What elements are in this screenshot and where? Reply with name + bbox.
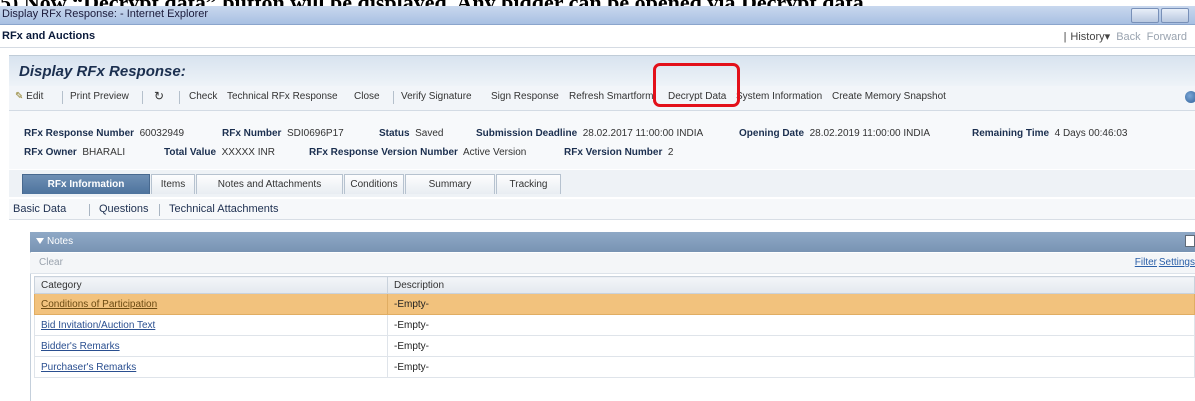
edit-button[interactable]: ✎ Edit bbox=[15, 91, 43, 102]
table-header-row: Category Description bbox=[34, 276, 1195, 294]
toolbar: ✎ Edit Print Preview ↻ Check Technical R… bbox=[9, 86, 1195, 111]
total-value-field: Total Value XXXXX INR bbox=[164, 147, 275, 158]
column-header-category[interactable]: Category bbox=[34, 276, 388, 294]
submission-deadline-field: Submission Deadline 28.02.2017 11:00:00 … bbox=[476, 128, 704, 139]
check-button[interactable]: Check bbox=[189, 91, 217, 102]
table-row[interactable]: Bid Invitation/Auction Text -Empty- bbox=[34, 314, 1195, 336]
category-cell: Purchaser's Remarks bbox=[34, 356, 388, 378]
page-header: Display RFx Response: bbox=[9, 55, 1195, 86]
sign-response-button[interactable]: Sign Response bbox=[491, 91, 559, 102]
clear-button[interactable]: Clear bbox=[39, 257, 63, 268]
column-header-description[interactable]: Description bbox=[387, 276, 1195, 294]
settings-link[interactable]: Settings bbox=[1159, 257, 1195, 268]
tab-summary[interactable]: Summary bbox=[405, 174, 495, 194]
filter-link[interactable]: Filter bbox=[1135, 257, 1157, 268]
highlight-annotation bbox=[653, 63, 740, 107]
minimize-button[interactable] bbox=[1131, 8, 1159, 23]
notes-panel-header[interactable]: Notes bbox=[30, 232, 1195, 252]
verify-signature-button[interactable]: Verify Signature bbox=[401, 91, 472, 102]
toolbar-separator bbox=[393, 91, 394, 104]
create-memory-snapshot-button[interactable]: Create Memory Snapshot bbox=[832, 91, 946, 102]
maximize-button[interactable] bbox=[1161, 8, 1189, 23]
category-link[interactable]: Bidder's Remarks bbox=[41, 341, 120, 352]
back-link[interactable]: Back bbox=[1116, 31, 1140, 43]
page-title: Display RFx Response: bbox=[19, 63, 186, 80]
portal-navigation: | History▾ Back Forward bbox=[1063, 31, 1187, 43]
toolbar-separator bbox=[142, 91, 143, 104]
refresh-smartform-button[interactable]: Refresh Smartform bbox=[569, 91, 653, 102]
history-dropdown-icon[interactable]: ▾ bbox=[1105, 31, 1111, 43]
table-row[interactable]: Bidder's Remarks -Empty- bbox=[34, 335, 1195, 357]
system-information-button[interactable]: System Information bbox=[736, 91, 822, 102]
refresh-icon[interactable]: ↻ bbox=[154, 89, 164, 103]
response-number-field: RFx Response Number 60032949 bbox=[24, 128, 185, 139]
subtab-technical-attachments[interactable]: Technical Attachments bbox=[169, 203, 278, 215]
description-cell: -Empty- bbox=[387, 356, 1195, 378]
tab-tracking[interactable]: Tracking bbox=[496, 174, 561, 194]
category-link[interactable]: Conditions of Participation bbox=[41, 299, 157, 310]
status-field: Status Saved bbox=[379, 128, 444, 139]
notes-table: Category Description Conditions of Parti… bbox=[34, 276, 1195, 378]
tab-items[interactable]: Items bbox=[151, 174, 195, 194]
forward-link[interactable]: Forward bbox=[1147, 31, 1187, 43]
tab-notes-attachments[interactable]: Notes and Attachments bbox=[196, 174, 343, 194]
panel-maximize-icon[interactable] bbox=[1185, 235, 1195, 247]
subtab-basic-data[interactable]: Basic Data bbox=[13, 203, 66, 215]
table-row[interactable]: Purchaser's Remarks -Empty- bbox=[34, 356, 1195, 378]
subtab-separator bbox=[159, 204, 160, 216]
print-preview-button[interactable]: Print Preview bbox=[70, 91, 129, 102]
browser-title-bar: Display RFx Response: - Internet Explore… bbox=[0, 6, 1195, 25]
portal-bar: RFx and Auctions | History▾ Back Forward bbox=[0, 25, 1195, 48]
collapse-triangle-icon[interactable] bbox=[36, 238, 44, 245]
subtab-strip: Basic Data Questions Technical Attachmen… bbox=[9, 199, 1195, 220]
close-button[interactable]: Close bbox=[354, 91, 380, 102]
rfx-version-field: RFx Version Number 2 bbox=[564, 147, 674, 158]
description-cell: -Empty- bbox=[387, 335, 1195, 357]
history-link[interactable]: History bbox=[1070, 31, 1104, 43]
subtab-separator bbox=[89, 204, 90, 216]
remaining-time-field: Remaining Time 4 Days 00:46:03 bbox=[972, 128, 1128, 139]
response-version-field: RFx Response Version Number Active Versi… bbox=[309, 147, 527, 158]
tab-strip: RFx Information Items Notes and Attachme… bbox=[9, 170, 1195, 197]
portal-title: RFx and Auctions bbox=[2, 30, 96, 42]
category-link[interactable]: Bid Invitation/Auction Text bbox=[41, 320, 155, 331]
category-cell: Bid Invitation/Auction Text bbox=[34, 314, 388, 336]
header-info: RFx Response Number 60032949 RFx Number … bbox=[9, 111, 1195, 169]
window-title: Display RFx Response: - Internet Explore… bbox=[2, 8, 209, 20]
subtab-questions[interactable]: Questions bbox=[99, 203, 149, 215]
toolbar-separator bbox=[179, 91, 180, 104]
opening-date-field: Opening Date 28.02.2019 11:00:00 INDIA bbox=[739, 128, 931, 139]
table-row[interactable]: Conditions of Participation -Empty- bbox=[34, 293, 1195, 315]
rfx-number-field: RFx Number SDI0696P17 bbox=[222, 128, 344, 139]
tab-rfx-information[interactable]: RFx Information bbox=[22, 174, 150, 194]
owner-field: RFx Owner BHARALI bbox=[24, 147, 126, 158]
description-cell: -Empty- bbox=[387, 293, 1195, 315]
tab-conditions[interactable]: Conditions bbox=[344, 174, 404, 194]
toolbar-separator bbox=[62, 91, 63, 104]
help-icon[interactable] bbox=[1185, 91, 1195, 103]
notes-toolbar: Clear Filter Settings bbox=[30, 253, 1195, 274]
pencil-icon: ✎ bbox=[15, 91, 24, 102]
description-cell: -Empty- bbox=[387, 314, 1195, 336]
category-link[interactable]: Purchaser's Remarks bbox=[41, 362, 136, 373]
technical-response-button[interactable]: Technical RFx Response bbox=[227, 91, 338, 102]
notes-title[interactable]: Notes bbox=[36, 236, 73, 247]
category-cell: Conditions of Participation bbox=[34, 293, 388, 315]
category-cell: Bidder's Remarks bbox=[34, 335, 388, 357]
